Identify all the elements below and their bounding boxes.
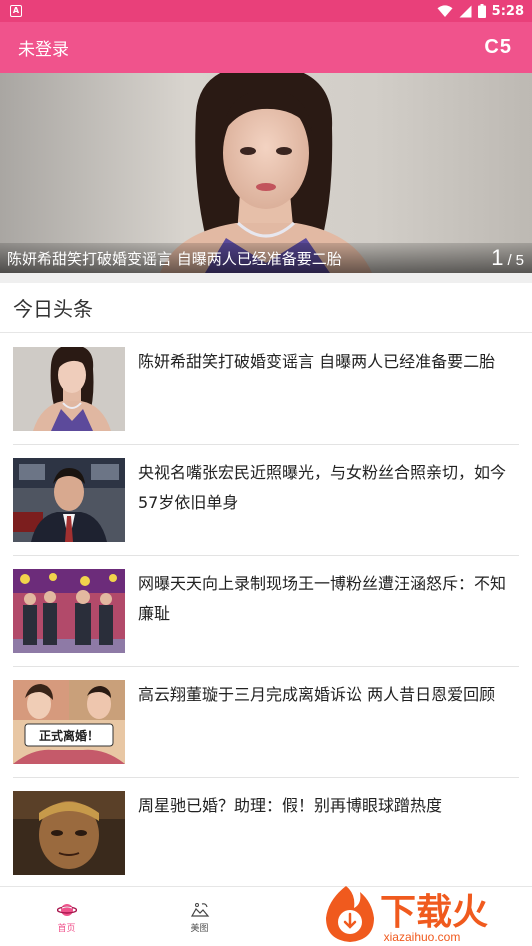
news-title: 央视名嘴张宏民近照曝光，与女粉丝合照亲切，如今57岁依旧单身 xyxy=(138,463,507,512)
news-thumbnail xyxy=(13,458,125,542)
nav-label-pictures: 美图 xyxy=(190,923,209,934)
picture-icon xyxy=(190,902,209,917)
status-bar: A 5:28 xyxy=(0,0,532,22)
banner-total-pages: 5 xyxy=(515,252,524,269)
status-left: A xyxy=(10,5,22,17)
app-bar: 未登录 C5 xyxy=(0,22,532,73)
nav-item-home[interactable]: 首页 xyxy=(0,887,133,946)
status-right: 5:28 xyxy=(437,4,524,19)
news-title: 网曝天天向上录制现场王一博粉丝遭汪涵怒斥：不知廉耻 xyxy=(138,574,507,623)
banner-current-page: 1 xyxy=(491,245,504,270)
status-time: 5:28 xyxy=(491,3,524,19)
news-thumbnail: 正式离婚！ xyxy=(13,680,125,764)
battery-icon xyxy=(477,4,486,18)
banner-page-indicator: 1 / 5 xyxy=(491,245,524,271)
news-item[interactable]: 周星驰已婚？助理：假！别再博眼球蹭热度 xyxy=(13,778,519,889)
section-divider xyxy=(0,273,532,283)
news-thumbnail xyxy=(13,569,125,653)
banner-caption: 陈妍希甜笑打破婚变谣言 自曝两人已经准备要二胎 1 / 5 xyxy=(0,243,532,273)
banner-page-separator: / xyxy=(507,252,512,269)
news-title: 周星驰已婚？助理：假！别再博眼球蹭热度 xyxy=(138,796,443,815)
watermark-brand: 下载火 xyxy=(380,892,488,933)
news-thumbnail xyxy=(13,347,125,431)
section-title: 今日头条 xyxy=(13,297,93,321)
watermark-url: xiazaihuo.com xyxy=(384,930,461,944)
login-button[interactable]: 未登录 xyxy=(18,35,69,60)
news-thumbnail xyxy=(13,791,125,875)
wifi-icon xyxy=(437,4,453,17)
nav-item-pictures[interactable]: 美图 xyxy=(133,887,266,946)
app-logo: C5 xyxy=(484,36,512,58)
banner-title: 陈妍希甜笑打破婚变谣言 自曝两人已经准备要二胎 xyxy=(7,249,342,268)
news-item[interactable]: 正式离婚！ 高云翔董璇于三月完成离婚诉讼 两人昔日恩爱回顾 xyxy=(13,667,519,778)
section-header: 今日头条 xyxy=(0,283,532,333)
watermark-logo: 下载火 xiazaihuo.com xyxy=(316,878,532,946)
news-title: 高云翔董璇于三月完成离婚诉讼 两人昔日恩爱回顾 xyxy=(138,685,496,704)
signal-icon xyxy=(459,5,472,17)
app-notification-icon: A xyxy=(10,5,22,17)
news-item[interactable]: 央视名嘴张宏民近照曝光，与女粉丝合照亲切，如今57岁依旧单身 xyxy=(13,445,519,556)
nav-label-home: 首页 xyxy=(57,923,76,934)
banner-carousel[interactable]: 陈妍希甜笑打破婚变谣言 自曝两人已经准备要二胎 1 / 5 xyxy=(0,73,532,273)
thumb-divorce-sign: 正式离婚！ xyxy=(39,728,99,743)
news-list: 陈妍希甜笑打破婚变谣言 自曝两人已经准备要二胎 央视名嘴张宏民近照曝光，与女粉丝… xyxy=(13,334,519,889)
news-item[interactable]: 网曝天天向上录制现场王一博粉丝遭汪涵怒斥：不知廉耻 xyxy=(13,556,519,667)
planet-icon xyxy=(56,903,77,916)
news-title: 陈妍希甜笑打破婚变谣言 自曝两人已经准备要二胎 xyxy=(138,352,496,371)
news-item[interactable]: 陈妍希甜笑打破婚变谣言 自曝两人已经准备要二胎 xyxy=(13,334,519,445)
